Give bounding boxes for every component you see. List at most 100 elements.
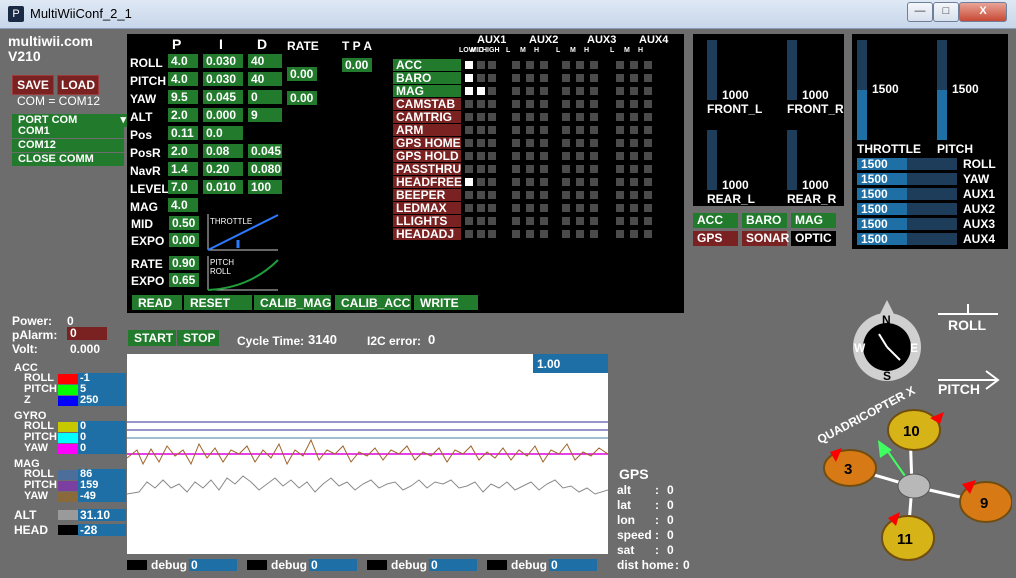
aux-checkbox-4-5[interactable] [540, 113, 548, 121]
aux-checkbox-4-6[interactable] [562, 113, 570, 121]
aux-checkbox-0-11[interactable] [644, 61, 652, 69]
aux-checkbox-6-4[interactable] [526, 139, 534, 147]
aux-checkbox-9-2[interactable] [488, 178, 496, 186]
aux-checkbox-7-7[interactable] [576, 152, 584, 160]
reset-button[interactable]: RESET [184, 295, 252, 310]
aux-checkbox-9-1[interactable] [477, 178, 485, 186]
aux-checkbox-8-3[interactable] [512, 165, 520, 173]
aux-checkbox-7-2[interactable] [488, 152, 496, 160]
pid-i-input-6[interactable]: 0.20 [203, 162, 243, 176]
aux-checkbox-2-10[interactable] [630, 87, 638, 95]
aux-checkbox-2-0[interactable] [465, 87, 473, 95]
port-option-1[interactable]: COM12 [12, 139, 124, 152]
aux-checkbox-12-3[interactable] [512, 217, 520, 225]
aux-checkbox-9-9[interactable] [616, 178, 624, 186]
pid-d-input-0[interactable]: 40 [248, 54, 282, 68]
aux-checkbox-5-0[interactable] [465, 126, 473, 134]
aux-checkbox-13-11[interactable] [644, 230, 652, 238]
calib-acc-button[interactable]: CALIB_ACC [335, 295, 411, 310]
aux-checkbox-1-11[interactable] [644, 74, 652, 82]
aux-checkbox-13-2[interactable] [488, 230, 496, 238]
aux-checkbox-11-5[interactable] [540, 204, 548, 212]
save-button[interactable]: SAVE [12, 75, 54, 95]
aux-checkbox-8-2[interactable] [488, 165, 496, 173]
aux-checkbox-7-8[interactable] [590, 152, 598, 160]
aux-checkbox-13-7[interactable] [576, 230, 584, 238]
aux-checkbox-12-5[interactable] [540, 217, 548, 225]
pid-i-input-0[interactable]: 0.030 [203, 54, 243, 68]
aux-checkbox-10-10[interactable] [630, 191, 638, 199]
pid-p-input-0[interactable]: 4.0 [168, 54, 198, 68]
aux-checkbox-12-7[interactable] [576, 217, 584, 225]
aux-checkbox-12-11[interactable] [644, 217, 652, 225]
pid-p-input-1[interactable]: 4.0 [168, 72, 198, 86]
pid-p-input-5[interactable]: 2.0 [168, 144, 198, 158]
pid-i-input-7[interactable]: 0.010 [203, 180, 243, 194]
aux-checkbox-6-8[interactable] [590, 139, 598, 147]
calib-mag-button[interactable]: CALIB_MAG [254, 295, 331, 310]
aux-checkbox-9-8[interactable] [590, 178, 598, 186]
aux-checkbox-12-6[interactable] [562, 217, 570, 225]
pid-d-input-6[interactable]: 0.080 [248, 162, 282, 176]
aux-checkbox-3-7[interactable] [576, 100, 584, 108]
aux-checkbox-3-6[interactable] [562, 100, 570, 108]
aux-checkbox-9-0[interactable] [465, 178, 473, 186]
aux-checkbox-13-8[interactable] [590, 230, 598, 238]
aux-checkbox-12-8[interactable] [590, 217, 598, 225]
aux-checkbox-10-0[interactable] [465, 191, 473, 199]
pid-p-input-3[interactable]: 2.0 [168, 108, 198, 122]
aux-checkbox-10-7[interactable] [576, 191, 584, 199]
aux-checkbox-8-4[interactable] [526, 165, 534, 173]
aux-checkbox-4-1[interactable] [477, 113, 485, 121]
aux-checkbox-7-5[interactable] [540, 152, 548, 160]
aux-checkbox-12-10[interactable] [630, 217, 638, 225]
expo2-input[interactable]: 0.65 [169, 273, 199, 287]
aux-checkbox-10-11[interactable] [644, 191, 652, 199]
aux-checkbox-3-9[interactable] [616, 100, 624, 108]
aux-checkbox-13-10[interactable] [630, 230, 638, 238]
start-button[interactable]: START [128, 330, 176, 346]
aux-checkbox-11-8[interactable] [590, 204, 598, 212]
load-button[interactable]: LOAD [57, 75, 99, 95]
aux-checkbox-9-3[interactable] [512, 178, 520, 186]
aux-checkbox-13-1[interactable] [477, 230, 485, 238]
aux-checkbox-7-1[interactable] [477, 152, 485, 160]
aux-checkbox-6-6[interactable] [562, 139, 570, 147]
aux-checkbox-6-10[interactable] [630, 139, 638, 147]
aux-checkbox-12-0[interactable] [465, 217, 473, 225]
port-option-2[interactable]: CLOSE COMM [12, 153, 124, 166]
aux-checkbox-7-9[interactable] [616, 152, 624, 160]
aux-checkbox-13-5[interactable] [540, 230, 548, 238]
pid-p-input-8[interactable]: 4.0 [168, 198, 198, 212]
aux-checkbox-1-2[interactable] [488, 74, 496, 82]
aux-checkbox-1-0[interactable] [465, 74, 473, 82]
aux-checkbox-9-4[interactable] [526, 178, 534, 186]
aux-checkbox-2-9[interactable] [616, 87, 624, 95]
pid-d-input-5[interactable]: 0.045 [248, 144, 282, 158]
aux-checkbox-5-9[interactable] [616, 126, 624, 134]
aux-checkbox-4-10[interactable] [630, 113, 638, 121]
aux-checkbox-3-0[interactable] [465, 100, 473, 108]
aux-checkbox-11-4[interactable] [526, 204, 534, 212]
port-option-0[interactable]: COM1 [12, 125, 124, 138]
pid-d-input-2[interactable]: 0 [248, 90, 282, 104]
aux-checkbox-1-10[interactable] [630, 74, 638, 82]
aux-checkbox-5-3[interactable] [512, 126, 520, 134]
tpa-input[interactable]: 0.00 [342, 58, 372, 72]
aux-checkbox-5-6[interactable] [562, 126, 570, 134]
aux-checkbox-0-5[interactable] [540, 61, 548, 69]
write-button[interactable]: WRITE [414, 295, 478, 310]
aux-checkbox-7-4[interactable] [526, 152, 534, 160]
aux-checkbox-10-5[interactable] [540, 191, 548, 199]
rate-input[interactable]: 0.90 [169, 256, 199, 270]
pid-i-input-1[interactable]: 0.030 [203, 72, 243, 86]
aux-checkbox-3-5[interactable] [540, 100, 548, 108]
aux-checkbox-10-4[interactable] [526, 191, 534, 199]
pid-p-input-7[interactable]: 7.0 [168, 180, 198, 194]
stop-button[interactable]: STOP [177, 330, 219, 346]
aux-checkbox-6-7[interactable] [576, 139, 584, 147]
aux-checkbox-6-5[interactable] [540, 139, 548, 147]
close-button[interactable]: X [959, 2, 1007, 22]
aux-checkbox-5-5[interactable] [540, 126, 548, 134]
aux-checkbox-1-4[interactable] [526, 74, 534, 82]
